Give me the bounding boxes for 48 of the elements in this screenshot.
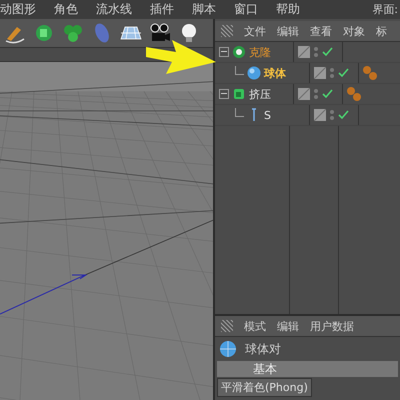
phong-tag-icon[interactable] [361,64,379,82]
visibility-dots-icon[interactable] [314,89,318,99]
tree-connector-icon [235,108,244,116]
menu-item[interactable]: 模式 [244,318,266,334]
menu-item[interactable]: 脚本 [192,1,216,18]
menu-item[interactable]: 编辑 [277,24,299,38]
tree-connector-icon [235,66,244,74]
visibility-dots-icon[interactable] [330,110,334,120]
gear-icon [232,45,246,59]
tab[interactable]: 基本 [217,361,398,377]
sphere-icon [219,340,237,358]
pointer-arrow [146,40,216,74]
tag-button[interactable]: 平滑着色(Phong) [217,378,312,397]
menu-item[interactable]: 插件 [150,1,174,18]
collapse-toggle-icon[interactable] [219,47,229,57]
menu-item[interactable]: 动图形 [0,1,36,18]
object-name[interactable]: 挤压 [249,86,271,102]
object-title: 球体对 [245,340,281,358]
object-name[interactable]: 球体 [264,66,286,80]
object-name[interactable]: 克隆 [249,44,271,60]
menu-item[interactable]: 帮助 [276,1,300,18]
cube-icon [232,87,246,101]
check-icon[interactable] [322,47,333,57]
menu-item[interactable]: 编辑 [277,318,299,334]
visibility-dots-icon[interactable] [314,47,318,57]
object-name[interactable]: S [264,108,271,122]
menu-item[interactable]: 流水线 [96,1,132,18]
menu-item[interactable]: 查看 [310,24,332,38]
menu-item[interactable]: 用户数据 [310,318,354,334]
menu-item[interactable]: 标 [376,24,387,38]
layer-icon[interactable] [314,109,326,121]
sphere-icon [247,66,261,80]
layer-icon[interactable] [314,67,326,79]
menu-item[interactable]: 窗口 [234,1,258,18]
menu-item[interactable]: 对象 [343,24,365,38]
check-icon[interactable] [322,89,333,99]
collapse-toggle-icon[interactable] [219,89,229,99]
check-icon[interactable] [338,110,349,120]
layer-icon[interactable] [298,88,310,100]
phong-tag-icon[interactable] [345,85,363,103]
layer-icon[interactable] [298,46,310,58]
visibility-dots-icon[interactable] [330,68,334,78]
grip-icon[interactable] [221,25,233,37]
menu-item[interactable]: 文件 [244,24,266,38]
check-icon[interactable] [338,68,349,78]
menu-item[interactable]: 角色 [54,1,78,18]
grip-icon[interactable] [221,320,233,332]
layout-label: 界面: [372,2,398,17]
